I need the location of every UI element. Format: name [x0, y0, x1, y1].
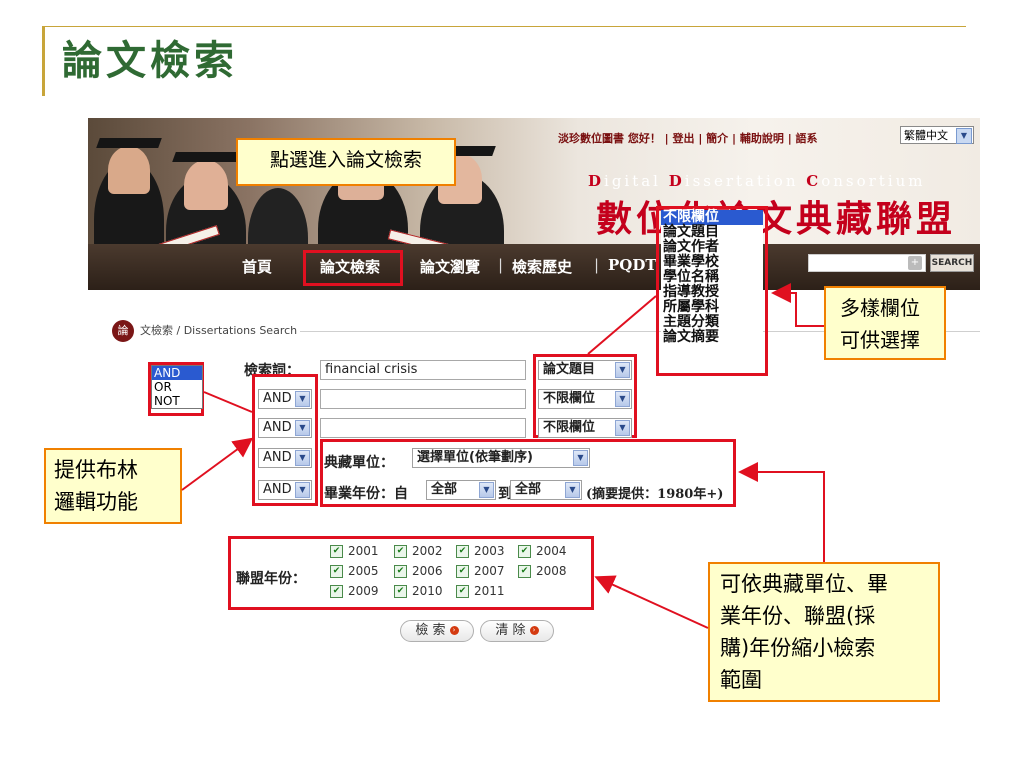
annotation-connectors	[181, 283, 825, 629]
